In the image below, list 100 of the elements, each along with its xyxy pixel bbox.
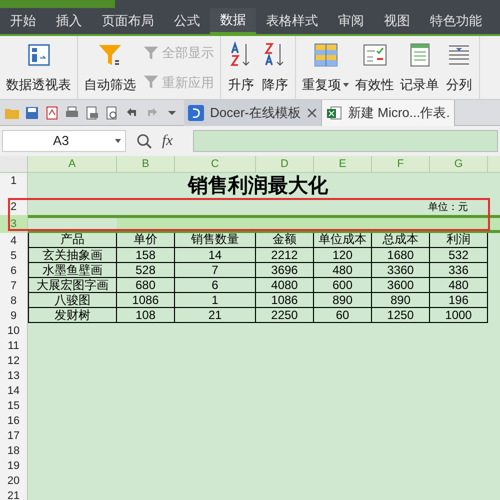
row-header[interactable]: 7	[0, 278, 28, 293]
column-header[interactable]: A	[28, 156, 117, 172]
table-cell: 2212	[256, 248, 314, 263]
row-header[interactable]: 16	[0, 413, 28, 428]
table-cell: 7	[175, 263, 256, 278]
table-cell: 玄关抽象画	[28, 248, 117, 263]
table-cell: 120	[314, 248, 372, 263]
table-cell: 3696	[256, 263, 314, 278]
menu-tab[interactable]: 数据	[210, 8, 256, 34]
table-cell: 3360	[372, 263, 430, 278]
column-header[interactable]: E	[314, 156, 372, 172]
table-cell: 480	[430, 278, 488, 293]
zoom-search-icon[interactable]	[136, 133, 152, 149]
ribbon-button[interactable]: 数据透视表	[6, 40, 71, 94]
pdf-icon[interactable]	[44, 104, 60, 120]
menu-tab[interactable]: 开始	[0, 8, 46, 34]
table-cell: 21	[175, 308, 256, 323]
table-cell: 528	[117, 263, 175, 278]
table-cell: 八骏图	[28, 293, 117, 308]
formula-input[interactable]	[192, 130, 498, 152]
row-header[interactable]: 20	[0, 473, 28, 488]
table-icon	[312, 40, 340, 69]
row-header[interactable]: 14	[0, 383, 28, 398]
table-cell: 890	[314, 293, 372, 308]
row-header[interactable]: 12	[0, 353, 28, 368]
ribbon-button[interactable]: 降序	[261, 40, 289, 94]
document-tab[interactable]: Docer-在线模板	[184, 100, 322, 126]
table-cell: 1680	[372, 248, 430, 263]
table-cell: 利润	[430, 233, 488, 248]
table-cell: 158	[117, 248, 175, 263]
row-header[interactable]: 19	[0, 458, 28, 473]
function-button[interactable]: fx	[162, 130, 173, 152]
table-cell: 单价	[117, 233, 175, 248]
table-cell: 大展宏图字画	[28, 278, 117, 293]
row-header[interactable]: 21	[0, 488, 28, 500]
row-header[interactable]: 9	[0, 308, 28, 323]
sheet-title: 销售利润最大化	[186, 174, 329, 199]
table-cell: 680	[117, 278, 175, 293]
table-cell: 600	[314, 278, 372, 293]
spreadsheet-file-icon	[326, 104, 342, 120]
table-cell: 60	[314, 308, 372, 323]
table-cell: 1086	[256, 293, 314, 308]
table-cell: 1000	[430, 308, 488, 323]
menu-tab[interactable]: 页面布局	[92, 8, 164, 34]
row-header[interactable]: 8	[0, 293, 28, 308]
funnel-icon	[142, 73, 160, 92]
column-header[interactable]: D	[256, 156, 314, 172]
ribbon-button[interactable]: 升序	[227, 40, 255, 94]
menu-tab[interactable]: 视图	[374, 8, 420, 34]
table-cell: 4080	[256, 278, 314, 293]
table-cell: 总成本	[372, 233, 430, 248]
table-cell: 480	[314, 263, 372, 278]
row-header[interactable]: 4	[0, 233, 28, 248]
row-header[interactable]: 11	[0, 338, 28, 353]
table-cell: 金额	[256, 233, 314, 248]
row-header[interactable]: 1	[0, 173, 28, 199]
table-cell: 水墨鱼壁画	[28, 263, 117, 278]
row-header[interactable]: 10	[0, 323, 28, 338]
unit-label: 单位：元	[428, 200, 468, 215]
ribbon-button[interactable]: 分列	[445, 40, 473, 94]
table-cell: 1	[175, 293, 256, 308]
column-header[interactable]: B	[117, 156, 175, 172]
column-header[interactable]: C	[175, 156, 256, 172]
row-header[interactable]: 13	[0, 368, 28, 383]
row-header[interactable]: 15	[0, 398, 28, 413]
ribbon-button[interactable]: 有效性	[355, 40, 394, 94]
ribbon-button[interactable]: 记录单	[400, 40, 439, 94]
ribbon-button[interactable]: 自动筛选	[84, 40, 136, 94]
print-preview-icon[interactable]	[84, 104, 100, 120]
row-header[interactable]: 17	[0, 428, 28, 443]
table-cell: 890	[372, 293, 430, 308]
table-cell: 2250	[256, 308, 314, 323]
menu-tab[interactable]: 特色功能	[420, 8, 492, 34]
row-header[interactable]: 5	[0, 248, 28, 263]
table-cell: 1086	[117, 293, 175, 308]
row-header[interactable]: 6	[0, 263, 28, 278]
table-cell: 196	[430, 293, 488, 308]
table-cell: 336	[430, 263, 488, 278]
name-box[interactable]: A3	[2, 130, 126, 152]
document-tab[interactable]: 新建 Micro...作表.	[322, 100, 455, 126]
menu-tab[interactable]: 表格样式	[256, 8, 328, 34]
menu-tab[interactable]: 插入	[46, 8, 92, 34]
funnel-icon	[142, 44, 160, 62]
table-cell: 单位成本	[314, 233, 372, 248]
table-cell: 3600	[372, 278, 430, 293]
close-icon[interactable]	[307, 108, 318, 118]
table-cell: 产品	[28, 233, 117, 248]
ribbon-button[interactable]: 重复项	[302, 40, 349, 94]
menu-tab[interactable]: 审阅	[328, 8, 374, 34]
menu-tab[interactable]: 公式	[164, 8, 210, 34]
caret-icon	[115, 139, 121, 143]
table-cell: 532	[430, 248, 488, 263]
table-cell: 销售数量	[175, 233, 256, 248]
table-cell: 14	[175, 248, 256, 263]
table-cell: 108	[117, 308, 175, 323]
save-icon[interactable]	[24, 104, 40, 120]
docer-logo-icon	[188, 104, 204, 120]
table-cell: 发财树	[28, 308, 117, 323]
row-header[interactable]: 18	[0, 443, 28, 458]
column-header[interactable]: F	[372, 156, 430, 172]
